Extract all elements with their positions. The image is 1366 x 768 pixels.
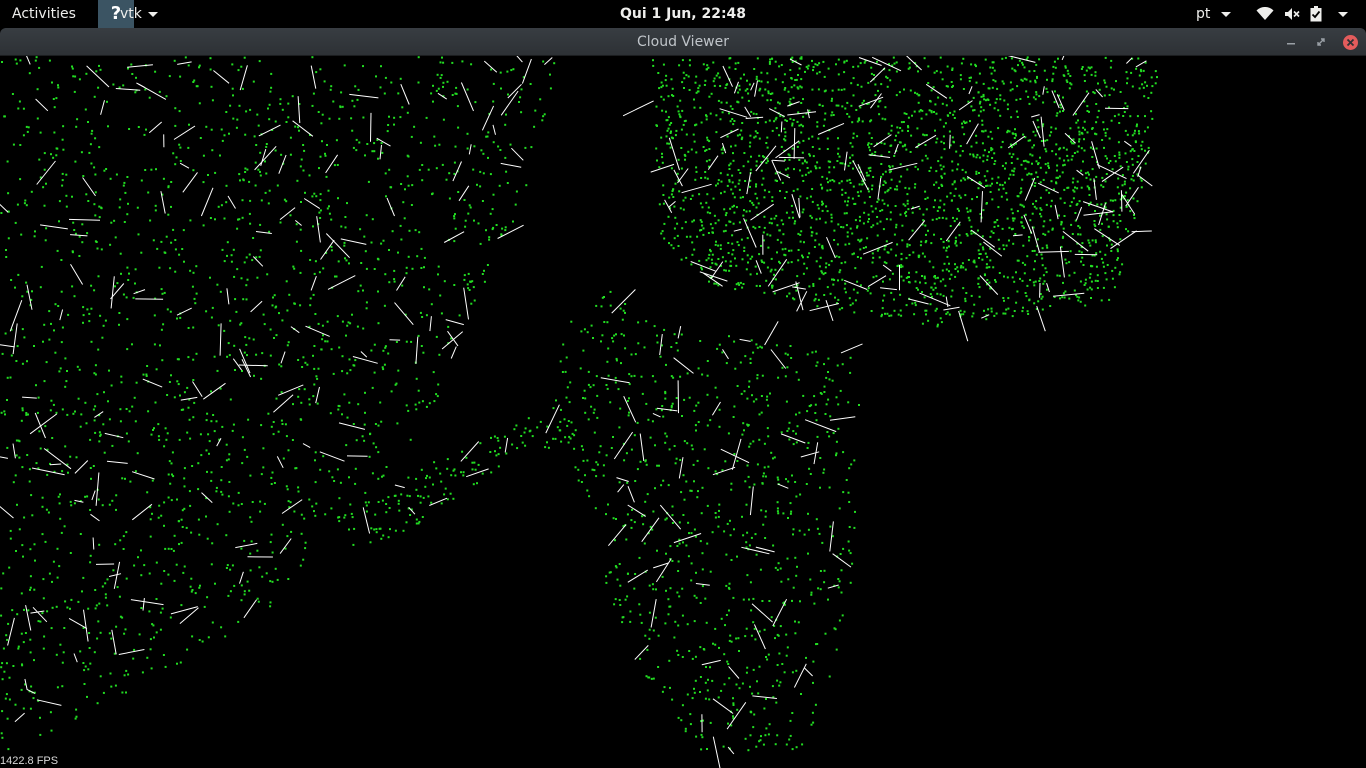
minimize-icon [1287,43,1295,45]
top-bar: Activities ? vtk Qui 1 Jun, 22:48 pt [0,0,1366,28]
chevron-down-icon [147,11,158,17]
wifi-icon [1256,7,1274,20]
app-menu[interactable]: ? vtk [98,0,158,28]
clock[interactable]: Qui 1 Jun, 22:48 [620,6,746,22]
close-icon [1342,34,1358,50]
surface-normals [0,56,1153,768]
volume-muted-icon [1285,8,1300,20]
close-button[interactable] [1342,34,1358,50]
system-menu-caret-icon [1338,11,1348,17]
maximize-button[interactable] [1313,34,1329,50]
point-cloud-viewport[interactable] [0,56,1366,768]
minimize-button[interactable] [1283,34,1299,50]
battery-icon [1310,6,1322,22]
point-cloud-points [0,56,1158,752]
system-status-area[interactable] [1256,0,1348,28]
fps-counter: 1422.8 FPS [0,755,59,767]
clock-container: Qui 1 Jun, 22:48 [0,0,1366,28]
language-indicator[interactable]: pt [1196,0,1231,28]
point-cloud-canvas[interactable] [0,56,1366,768]
window-title: Cloud Viewer [636,34,730,50]
cloud-viewer-window: Cloud Viewer 1422.8 FPS [0,28,1366,768]
activities-button[interactable]: Activities [12,0,76,28]
language-label: pt [1196,6,1211,22]
window-titlebar[interactable]: Cloud Viewer [0,28,1366,56]
chevron-down-icon [1220,11,1231,17]
maximize-icon [1317,38,1325,46]
app-name: vtk [120,6,142,22]
